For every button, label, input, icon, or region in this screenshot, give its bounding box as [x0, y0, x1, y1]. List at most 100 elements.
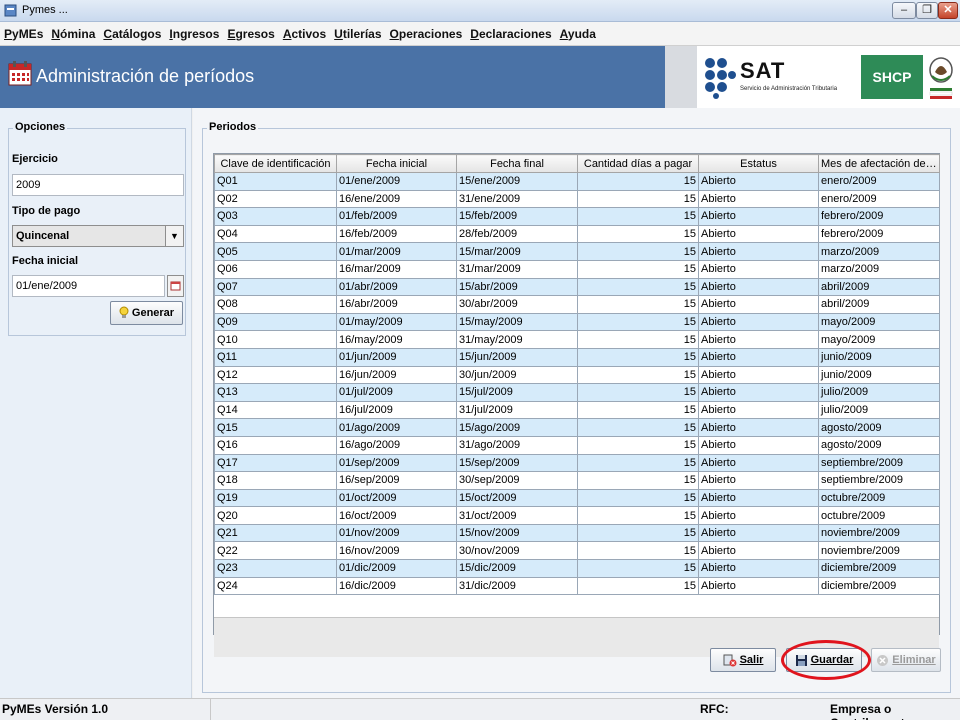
table-cell[interactable]: Abierto — [698, 347, 819, 367]
table-cell[interactable]: 15 — [577, 365, 699, 385]
table-cell[interactable]: 31/ago/2009 — [456, 435, 578, 455]
table-cell[interactable]: Abierto — [698, 383, 819, 402]
table-cell[interactable]: Abierto — [698, 506, 819, 525]
table-cell[interactable]: Q05 — [214, 242, 337, 261]
table-cell[interactable]: Abierto — [698, 365, 819, 385]
table-cell[interactable]: mayo/2009 — [818, 330, 940, 349]
table-cell[interactable]: 15/mar/2009 — [456, 242, 578, 261]
table-cell[interactable]: Q01 — [214, 172, 337, 191]
table-row[interactable]: Q23 01/dic/2009 15/dic/2009 15 Abierto diciem… — [214, 559, 940, 578]
table-cell[interactable]: 15 — [577, 189, 699, 209]
table-cell[interactable]: 31/mar/2009 — [456, 259, 578, 279]
table-cell[interactable]: junio/2009 — [818, 365, 940, 385]
table-cell[interactable]: Q23 — [214, 559, 337, 578]
menu-utilerias[interactable]: Utilerías — [334, 27, 381, 41]
table-cell[interactable]: Abierto — [698, 259, 819, 279]
column-header[interactable]: Fecha final — [456, 154, 578, 173]
table-cell[interactable]: noviembre/2009 — [818, 523, 940, 543]
table-cell[interactable]: 15 — [577, 224, 699, 244]
table-cell[interactable]: Q06 — [214, 259, 337, 279]
table-cell[interactable]: marzo/2009 — [818, 259, 940, 279]
table-cell[interactable]: 01/sep/2009 — [336, 453, 457, 473]
table-row[interactable]: Q17 01/sep/2009 15/sep/2009 15 Abierto septie… — [214, 453, 940, 473]
table-cell[interactable]: 15 — [577, 383, 699, 402]
table-cell[interactable]: 15 — [577, 488, 699, 508]
table-cell[interactable]: Q14 — [214, 400, 337, 420]
table-cell[interactable]: 01/abr/2009 — [336, 277, 457, 297]
table-cell[interactable]: 15 — [577, 541, 699, 561]
table-cell[interactable]: enero/2009 — [818, 172, 940, 191]
table-cell[interactable]: Q21 — [214, 523, 337, 543]
table-row[interactable]: Q22 16/nov/2009 30/nov/2009 15 Abierto noviem… — [214, 541, 940, 561]
table-cell[interactable]: julio/2009 — [818, 400, 940, 420]
table-cell[interactable]: 01/mar/2009 — [336, 242, 457, 261]
table-row[interactable]: Q09 01/may/2009 15/may/2009 15 Abierto mayo/2… — [214, 312, 940, 332]
chevron-down-icon[interactable]: ▼ — [165, 226, 183, 246]
table-cell[interactable]: 15 — [577, 259, 699, 279]
table-cell[interactable]: Q07 — [214, 277, 337, 297]
column-header[interactable]: Fecha inicial — [336, 154, 457, 173]
table-cell[interactable]: 30/abr/2009 — [456, 295, 578, 314]
table-cell[interactable]: 31/may/2009 — [456, 330, 578, 349]
table-cell[interactable]: Abierto — [698, 523, 819, 543]
table-cell[interactable]: 28/feb/2009 — [456, 224, 578, 244]
table-cell[interactable]: 15/dic/2009 — [456, 559, 578, 578]
table-cell[interactable]: 15/jun/2009 — [456, 347, 578, 367]
table-cell[interactable]: Abierto — [698, 418, 819, 437]
table-cell[interactable]: 01/feb/2009 — [336, 207, 457, 226]
table-cell[interactable]: 31/ene/2009 — [456, 189, 578, 209]
table-row[interactable]: Q14 16/jul/2009 31/jul/2009 15 Abierto julio/… — [214, 400, 940, 420]
table-cell[interactable]: 15 — [577, 295, 699, 314]
table-cell[interactable]: Q16 — [214, 435, 337, 455]
table-row[interactable]: Q08 16/abr/2009 30/abr/2009 15 Abierto abril/… — [214, 295, 940, 314]
column-header[interactable]: Estatus — [698, 154, 819, 173]
table-cell[interactable]: Q08 — [214, 295, 337, 314]
table-cell[interactable]: Q02 — [214, 189, 337, 209]
table-cell[interactable]: Abierto — [698, 541, 819, 561]
table-cell[interactable]: 16/jun/2009 — [336, 365, 457, 385]
table-cell[interactable]: 31/dic/2009 — [456, 576, 578, 596]
table-cell[interactable]: 15 — [577, 453, 699, 473]
table-cell[interactable]: Q03 — [214, 207, 337, 226]
menu-declaraciones[interactable]: Declaraciones — [470, 27, 551, 41]
table-cell[interactable]: julio/2009 — [818, 383, 940, 402]
table-cell[interactable]: 16/oct/2009 — [336, 506, 457, 525]
table-cell[interactable]: 01/may/2009 — [336, 312, 457, 332]
column-header[interactable]: Clave de identificación — [214, 154, 337, 173]
table-cell[interactable]: Q22 — [214, 541, 337, 561]
table-row[interactable]: Q05 01/mar/2009 15/mar/2009 15 Abierto marzo/… — [214, 242, 940, 261]
date-picker-button[interactable] — [167, 275, 184, 297]
table-cell[interactable]: Abierto — [698, 312, 819, 332]
table-cell[interactable]: 15 — [577, 207, 699, 226]
column-header[interactable]: Cantidad días a pagar — [577, 154, 699, 173]
table-cell[interactable]: 01/nov/2009 — [336, 523, 457, 543]
table-row[interactable]: Q07 01/abr/2009 15/abr/2009 15 Abierto abril/… — [214, 277, 940, 297]
table-cell[interactable]: 30/nov/2009 — [456, 541, 578, 561]
table-cell[interactable]: Q20 — [214, 506, 337, 525]
table-cell[interactable]: 01/jul/2009 — [336, 383, 457, 402]
eliminar-button[interactable]: Eliminar — [871, 648, 941, 672]
table-cell[interactable]: diciembre/2009 — [818, 576, 940, 596]
generar-button[interactable]: Generar — [110, 301, 183, 325]
table-cell[interactable]: octubre/2009 — [818, 506, 940, 525]
table-cell[interactable]: 15/nov/2009 — [456, 523, 578, 543]
table-cell[interactable]: Abierto — [698, 435, 819, 455]
table-cell[interactable]: 15/oct/2009 — [456, 488, 578, 508]
table-cell[interactable]: 01/dic/2009 — [336, 559, 457, 578]
table-cell[interactable]: Abierto — [698, 400, 819, 420]
table-cell[interactable]: mayo/2009 — [818, 312, 940, 332]
table-cell[interactable]: febrero/2009 — [818, 224, 940, 244]
table-cell[interactable]: 15 — [577, 242, 699, 261]
table-cell[interactable]: noviembre/2009 — [818, 541, 940, 561]
table-cell[interactable]: Abierto — [698, 559, 819, 578]
table-cell[interactable]: Abierto — [698, 488, 819, 508]
table-row[interactable]: Q20 16/oct/2009 31/oct/2009 15 Abierto octubr… — [214, 506, 940, 525]
table-cell[interactable]: Q24 — [214, 576, 337, 596]
table-cell[interactable]: 30/jun/2009 — [456, 365, 578, 385]
table-cell[interactable]: abril/2009 — [818, 277, 940, 297]
maximize-button[interactable]: ❐ — [916, 2, 938, 19]
table-cell[interactable]: Abierto — [698, 189, 819, 209]
table-cell[interactable]: Abierto — [698, 330, 819, 349]
table-cell[interactable]: 15/ene/2009 — [456, 172, 578, 191]
table-cell[interactable]: 15/ago/2009 — [456, 418, 578, 437]
